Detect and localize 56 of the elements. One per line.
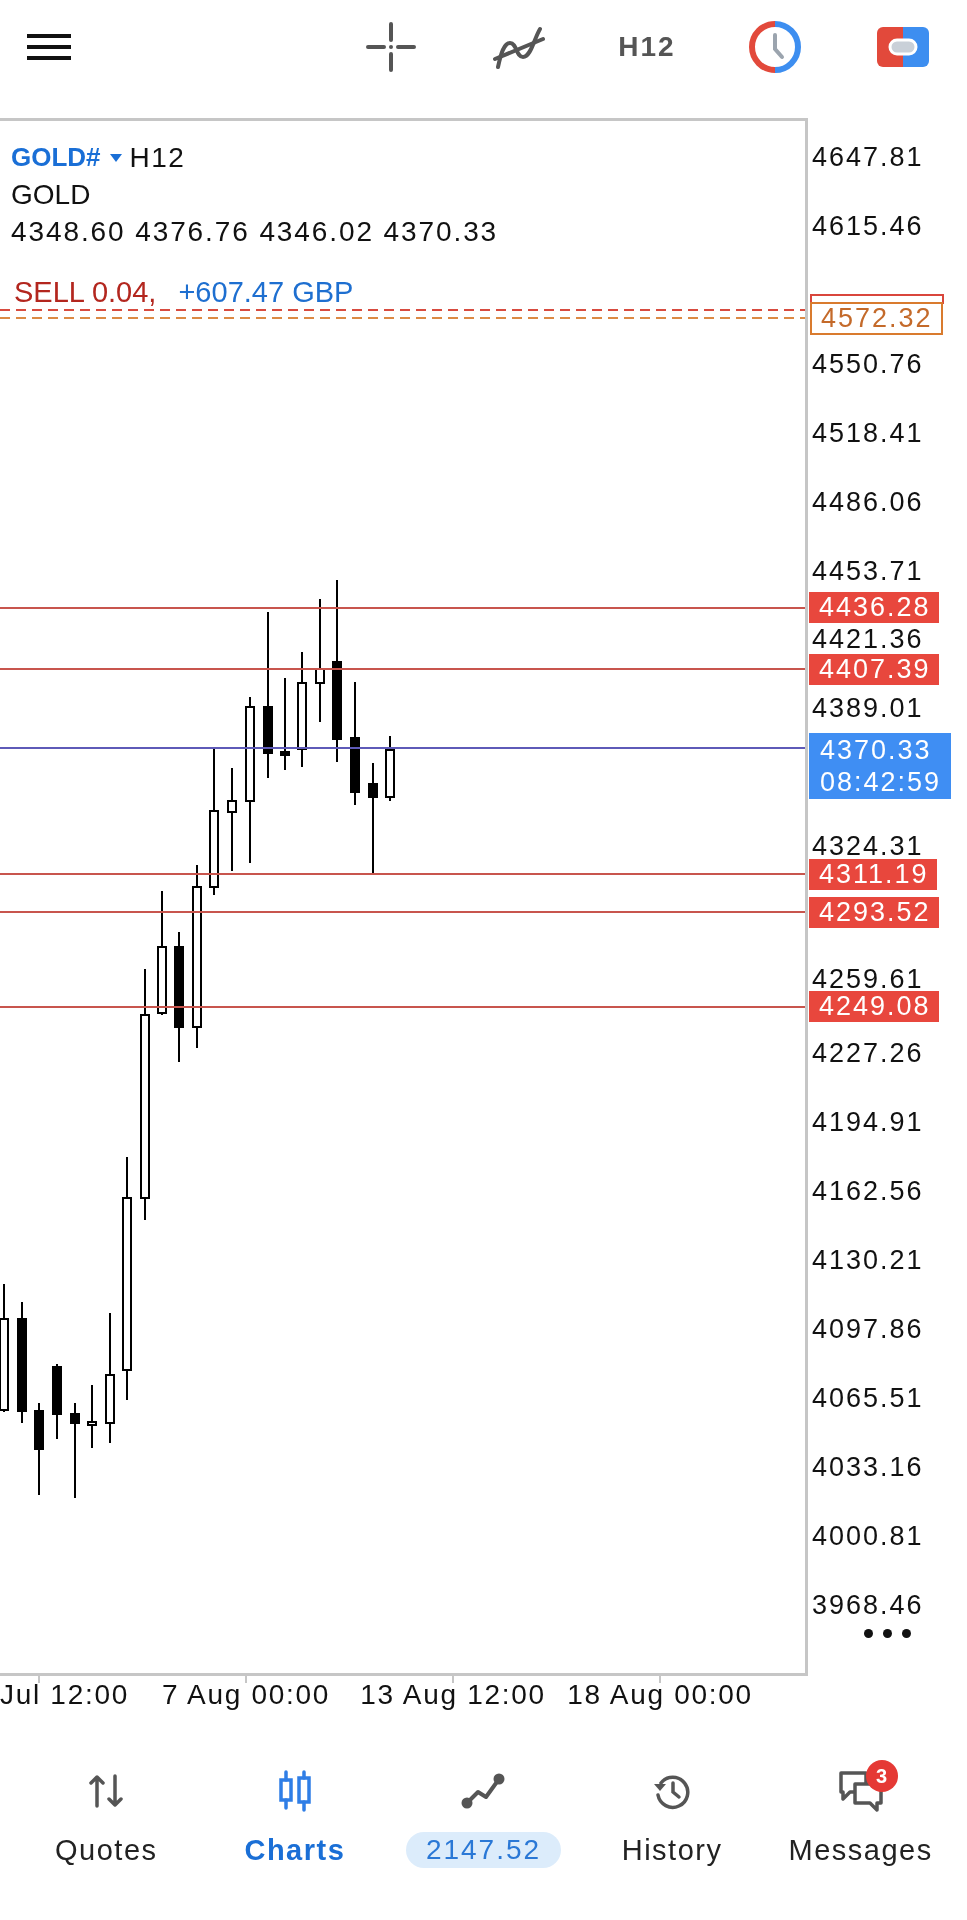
price-axis-label: 4194.91: [812, 1110, 924, 1135]
price-axis-label: 4486.06: [812, 489, 924, 514]
clock-icon[interactable]: [749, 21, 801, 73]
trade-tab[interactable]: 2147.52: [389, 1753, 578, 1874]
price-axis-label: 4421.36: [812, 627, 924, 652]
price-axis-label: 4033.16: [812, 1455, 924, 1480]
price-axis-label: 4550.76: [812, 351, 924, 376]
nav-tab[interactable]: Charts: [200, 1753, 390, 1874]
price-axis-label: 4162.56: [812, 1179, 924, 1204]
price-axis-label: 4097.86: [812, 1317, 924, 1342]
price-axis-label: 4130.21: [812, 1248, 924, 1273]
account-balance: 2147.52: [405, 1832, 562, 1868]
order-label: SELL 0.04,: [14, 274, 157, 309]
time-axis-label: 13 Aug 12:00: [360, 1678, 546, 1712]
price-level-tag: 4436.28: [809, 592, 939, 624]
symbol-description: GOLD: [11, 178, 91, 212]
price-axis-label: 4227.26: [812, 1041, 924, 1066]
price-level-tag: 4407.39: [809, 653, 939, 685]
price-axis-label: 4065.51: [812, 1386, 924, 1411]
time-axis-label: 18 Aug 00:00: [567, 1678, 753, 1712]
menu-icon[interactable]: [27, 34, 71, 60]
more-icon[interactable]: [864, 1629, 911, 1638]
unread-badge: 3: [865, 1760, 898, 1792]
timeframe-button[interactable]: H12: [583, 22, 711, 72]
chart-timeframe: H12: [129, 141, 186, 175]
capsule-tile-icon[interactable]: [877, 27, 929, 67]
price-axis-label: 3968.46: [812, 1593, 924, 1618]
candlestick: [385, 736, 395, 801]
price-axis-label: 4453.71: [812, 558, 924, 583]
nav-tab[interactable]: 3 Messages: [766, 1753, 955, 1874]
symbol-selector[interactable]: GOLD#: [11, 139, 122, 176]
price-level-tag: 4311.19: [809, 858, 937, 890]
order-profit: +607.47 GBP: [178, 274, 354, 309]
candlestick: [87, 1385, 97, 1448]
nav-tab[interactable]: Quotes: [12, 1753, 201, 1874]
ohlc-values: 4348.60 4376.76 4346.02 4370.33: [11, 215, 499, 249]
price-axis-label: 4518.41: [812, 420, 924, 445]
crosshair-icon[interactable]: [366, 22, 416, 72]
time-axis-label: 7 Aug 00:00: [161, 1678, 331, 1712]
up-down-arrows-icon: [89, 1774, 124, 1808]
caret-icon: [109, 153, 122, 162]
bid-price: 4370.33: [820, 734, 933, 767]
price-axis-label: 4389.01: [812, 696, 924, 721]
price-axis-label: 4259.61: [812, 966, 924, 991]
candlestick-icon: [277, 1770, 312, 1812]
price-axis-label: 4615.46: [812, 213, 924, 238]
time-axis-label: Jul 12:00: [0, 1678, 129, 1712]
price-level-tag: 4249.08: [809, 991, 939, 1023]
price-level-tag: 4293.52: [809, 896, 939, 928]
nav-tab[interactable]: History: [577, 1753, 767, 1874]
order-price-tag: 4572.32: [810, 301, 943, 335]
line-chart-icon: [461, 1773, 506, 1809]
price-axis-label: 4324.31: [812, 834, 924, 859]
price-axis-label: 4647.81: [812, 144, 924, 169]
price-axis-label: 4000.81: [812, 1524, 924, 1549]
bar-countdown: 08:42:59: [820, 766, 942, 799]
